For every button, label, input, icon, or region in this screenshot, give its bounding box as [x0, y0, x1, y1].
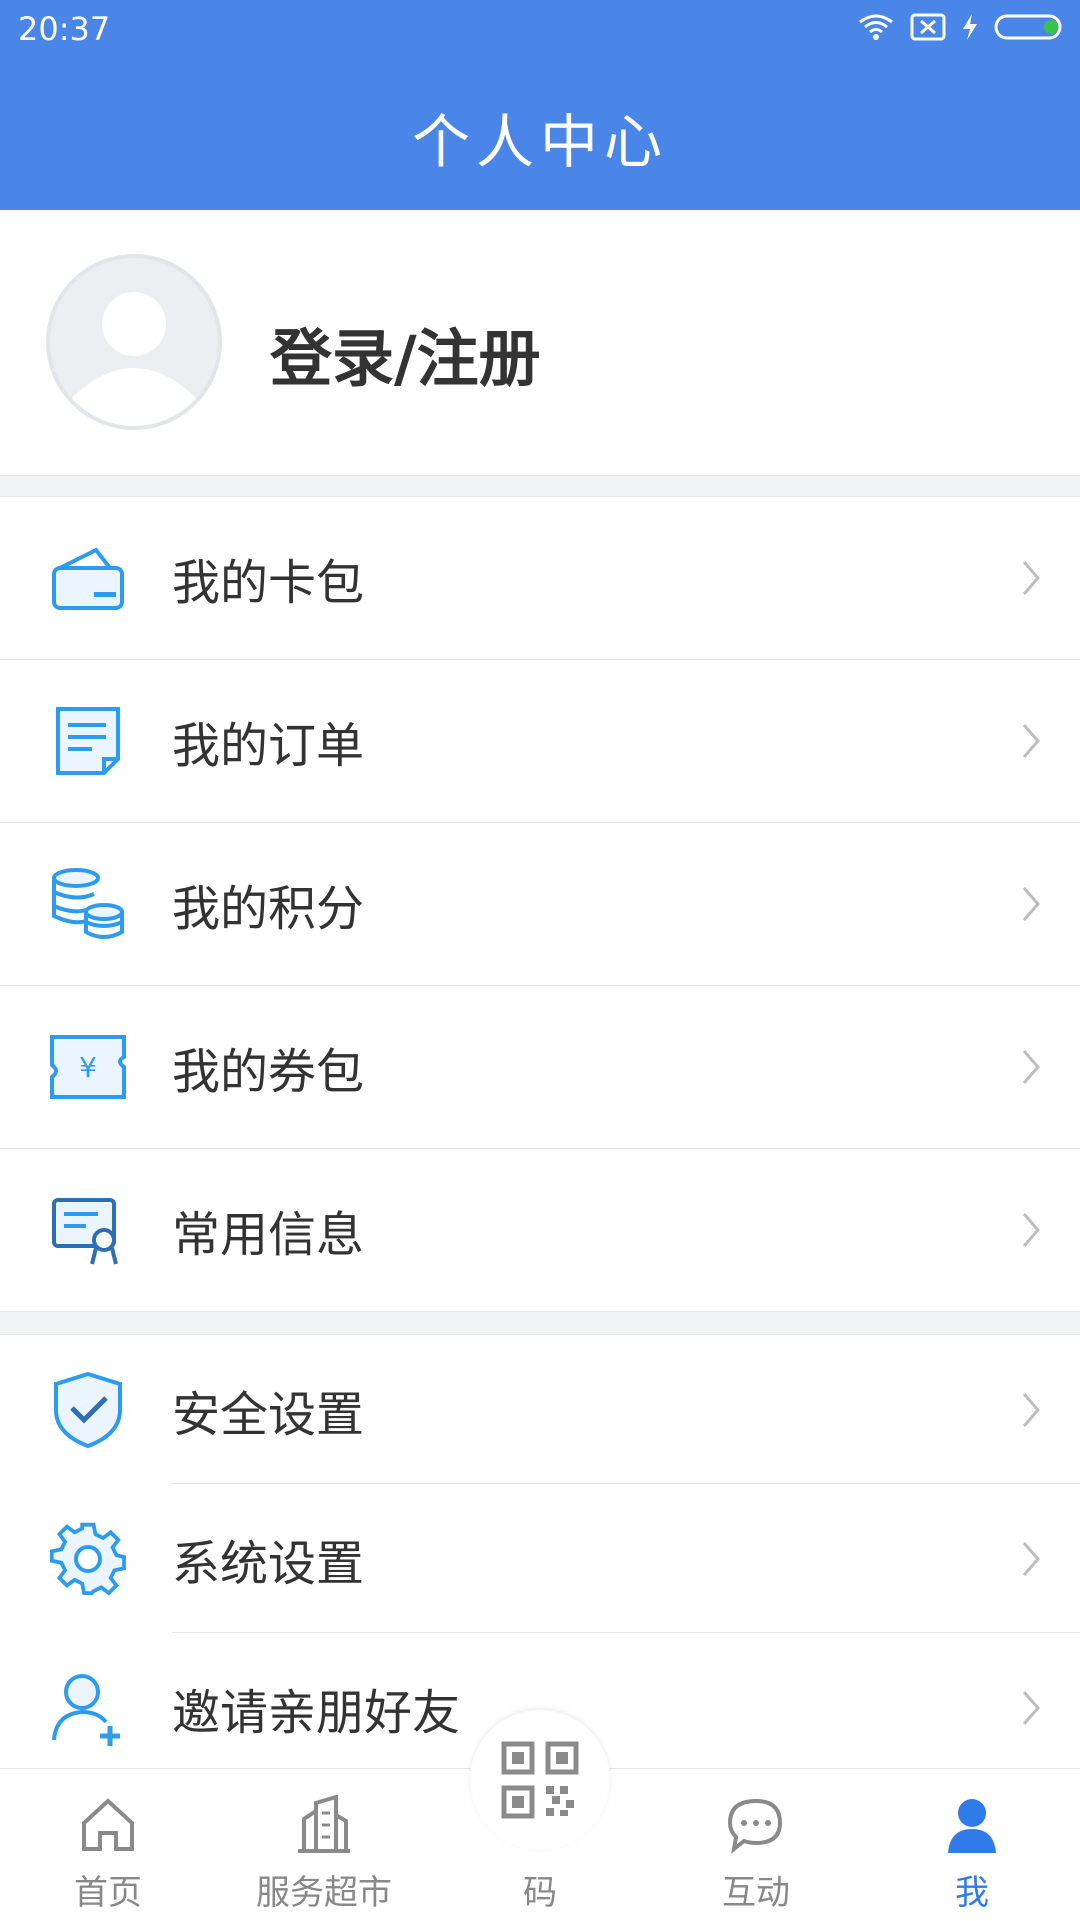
building-icon [298, 1795, 350, 1853]
menu-item-label: 安全设置 [172, 1386, 365, 1443]
default-avatar-icon [72, 292, 196, 426]
avatar[interactable] [46, 254, 222, 430]
gear-icon [49, 1522, 126, 1596]
menu-item-coupons[interactable]: ¥ 我的券包 [0, 986, 1080, 1149]
charging-icon [963, 14, 977, 40]
login-register-link[interactable]: 登录/注册 [270, 308, 541, 398]
menu-item-label: 邀请亲朋好友 [172, 1684, 461, 1741]
menu-item-label: 我的券包 [172, 1044, 365, 1100]
no-sim-icon [910, 13, 946, 41]
qr-code-button[interactable] [470, 1710, 610, 1850]
menu-item-card-wallet[interactable]: 我的卡包 [0, 497, 1080, 660]
points-coins-icon [52, 868, 124, 939]
order-document-icon [56, 707, 120, 775]
qr-code-icon [501, 1741, 579, 1819]
app-header: 20:37 个人中心 [0, 0, 1080, 210]
status-time: 20:37 [18, 10, 111, 48]
menu-item-security-settings[interactable]: 安全设置 [0, 1335, 1080, 1484]
page-title: 个人中心 [411, 108, 668, 176]
tab-service-market[interactable]: 服务超市 [224, 1769, 424, 1921]
menu-item-orders[interactable]: 我的订单 [0, 660, 1080, 823]
menu-item-label: 系统设置 [172, 1535, 365, 1592]
status-icons [856, 12, 1066, 42]
add-user-icon [52, 1673, 120, 1746]
tab-label: 首页 [74, 1873, 142, 1913]
person-icon [948, 1799, 996, 1853]
chevron-right-icon [1022, 1213, 1040, 1247]
menu-item-common-info[interactable]: 常用信息 [0, 1149, 1080, 1312]
chevron-right-icon [1022, 1392, 1040, 1427]
tab-me[interactable]: 我 [872, 1769, 1072, 1921]
wifi-icon [859, 14, 893, 40]
chevron-right-icon [1022, 724, 1040, 758]
tab-label: 互动 [722, 1873, 790, 1913]
menu-group-account: 我的卡包 我的订单 我的积分 ¥ 我的券包 常用信息 [0, 496, 1080, 1312]
svg-text:¥: ¥ [79, 1051, 97, 1084]
tab-label: 服务超市 [256, 1873, 392, 1913]
chevron-right-icon [1022, 561, 1040, 595]
menu-item-label: 我的订单 [172, 718, 365, 774]
menu-item-system-settings[interactable]: 系统设置 [0, 1484, 1080, 1633]
shield-check-icon [54, 1371, 122, 1448]
wallet-icon [52, 547, 124, 610]
chevron-right-icon [1022, 1541, 1040, 1576]
menu-item-label: 我的卡包 [172, 555, 365, 611]
tab-label: 码 [523, 1873, 557, 1913]
chevron-right-icon [1022, 1050, 1040, 1084]
tab-interaction[interactable]: 互动 [656, 1769, 856, 1921]
profile-section[interactable]: 登录/注册 [0, 210, 1080, 476]
home-icon [82, 1798, 134, 1851]
menu-item-label: 常用信息 [172, 1207, 365, 1263]
menu-item-label: 我的积分 [172, 881, 365, 937]
chevron-right-icon [1022, 887, 1040, 921]
menu-item-points[interactable]: 我的积分 [0, 823, 1080, 986]
chat-icon [727, 1798, 783, 1854]
coupon-icon: ¥ [50, 1035, 126, 1099]
tab-home[interactable]: 首页 [8, 1769, 208, 1921]
id-card-icon [52, 1198, 118, 1265]
tab-label: 我 [955, 1873, 989, 1913]
battery-icon [994, 14, 1062, 40]
chevron-right-icon [1022, 1690, 1040, 1725]
